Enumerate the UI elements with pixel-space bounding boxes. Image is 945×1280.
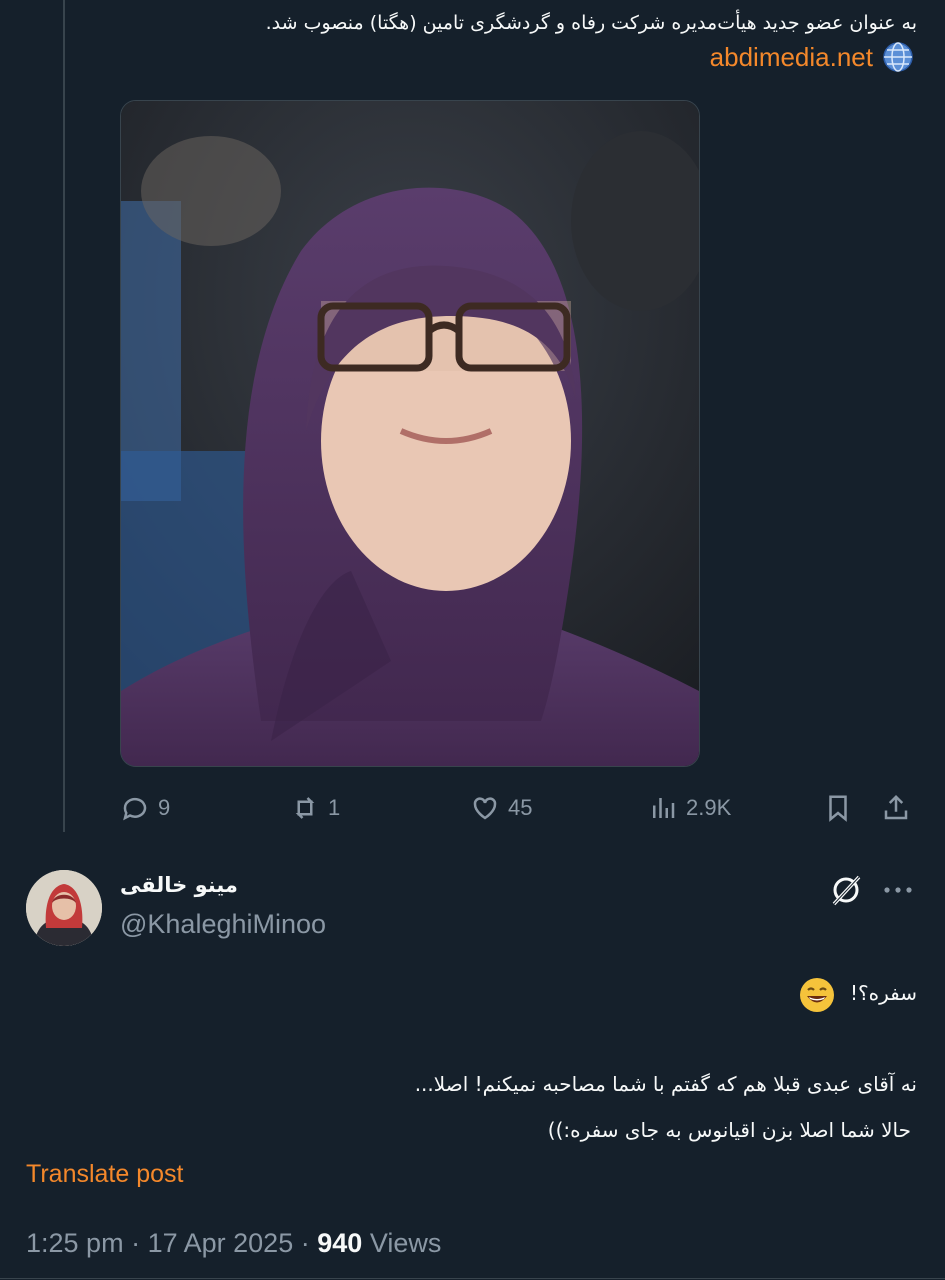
avatar[interactable] (26, 870, 102, 946)
tweet-views-label: Views (369, 1228, 442, 1258)
repost-icon (295, 797, 315, 819)
parent-tweet-text: به عنوان عضو جدید هیأت‌مدیره شرکت رفاه و… (265, 12, 917, 34)
reply-count: 9 (158, 795, 171, 820)
like-button[interactable]: 45 (470, 786, 532, 830)
tweet-date[interactable]: 17 Apr 2025 (148, 1228, 294, 1258)
avatar-image (26, 870, 102, 946)
photo-portrait-woman (121, 101, 699, 766)
repost-button[interactable]: 1 (290, 786, 340, 830)
link-text: abdimedia.net (709, 41, 873, 72)
meta-separator: · (131, 1228, 148, 1258)
meta-separator: · (300, 1228, 318, 1258)
thread-line (63, 0, 65, 832)
views-icon (653, 798, 675, 818)
views-button[interactable]: 2.9K (648, 786, 731, 830)
tweet-meta: 1:25 pm · 17 Apr 2025 · 940 Views (26, 1228, 441, 1259)
globe-icon (883, 42, 913, 72)
bookmark-button[interactable] (823, 786, 853, 830)
reply-button[interactable]: 9 (120, 786, 170, 830)
reply-text-line-1: سفره؟! (37, 975, 917, 1014)
reply-text-line-2: نه آقای عبدی قبلا هم که گفتم با شما مصاح… (414, 1072, 917, 1096)
like-icon (473, 797, 497, 820)
grok-icon[interactable] (828, 872, 864, 908)
author-handle[interactable]: @KhaleghiMinoo (120, 909, 326, 940)
tweet-photo[interactable] (120, 100, 700, 767)
share-icon (884, 794, 908, 820)
parent-action-bar: 9 1 45 2.9K (118, 786, 918, 830)
tweet-time[interactable]: 1:25 pm (26, 1228, 124, 1258)
translate-post-link[interactable]: Translate post (26, 1160, 183, 1189)
reply-icon (123, 797, 147, 821)
tweet-views-count: 940 (317, 1228, 363, 1258)
reply-text-1: سفره؟! (849, 981, 917, 1005)
more-icon[interactable] (880, 875, 916, 905)
author-name[interactable]: مینو خالقی (120, 873, 238, 897)
parent-tweet-link[interactable]: abdimedia.net (710, 40, 915, 74)
share-button[interactable] (881, 786, 911, 830)
views-count: 2.9K (686, 795, 732, 820)
divider (0, 1278, 945, 1279)
grinning-emoji-icon (799, 977, 834, 1012)
reply-text-line-3: حالا شما اصلا بزن اقیانوس به جای سفره:)) (547, 1118, 911, 1142)
like-count: 45 (508, 795, 533, 820)
repost-count: 1 (328, 795, 341, 820)
bookmark-icon (829, 795, 847, 822)
